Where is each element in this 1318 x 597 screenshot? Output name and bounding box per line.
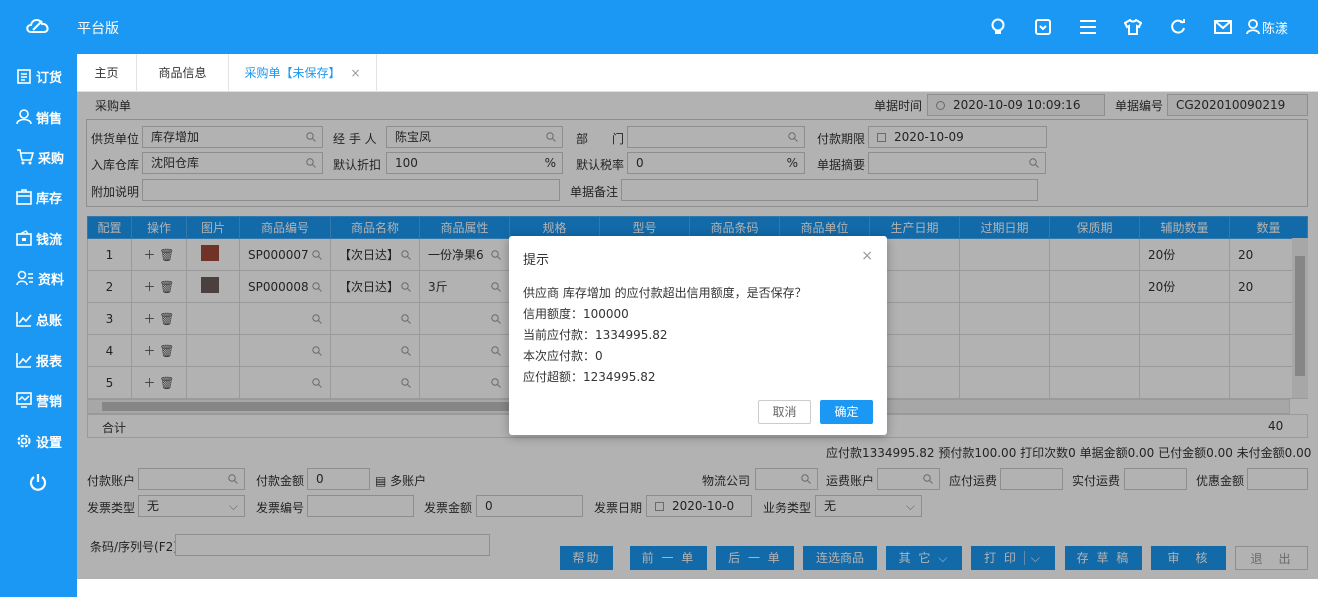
sidebar-item-label: 钱流 (36, 232, 63, 248)
cancel-button[interactable]: 取消 (758, 400, 811, 424)
cart-icon (17, 149, 34, 165)
sidebar-item-label: 报表 (36, 354, 63, 370)
sidebar-item-marketing[interactable]: 营销 (16, 388, 76, 412)
sidebar-item-label: 设置 (36, 435, 63, 451)
dialog-message: 供应商 库存增加 的应付款超出信用额度，是否保存？ (523, 286, 807, 300)
user-icon (16, 109, 32, 125)
tab-purchase-order[interactable]: 采购单【未保存】 × (229, 54, 377, 92)
box-icon (16, 189, 32, 205)
this-payable-text: 本次应付款：0 (523, 349, 603, 363)
sidebar-item-purchase[interactable]: 采购 (16, 145, 76, 169)
sidebar-item-label: 营销 (36, 394, 63, 410)
power-icon (29, 474, 47, 491)
user-name: 陈漾 (1261, 21, 1288, 37)
sidebar-item-ledger[interactable]: 总账 (16, 307, 76, 331)
chart-icon (16, 312, 32, 327)
sidebar-item-sales[interactable]: 销售 (16, 105, 76, 129)
shirt-icon[interactable] (1122, 16, 1144, 38)
tab-label: 采购单【未保存】 (244, 66, 341, 80)
ok-button[interactable]: 确定 (820, 400, 873, 424)
tab-label: 主页 (94, 66, 119, 80)
dialog-title: 提示 (523, 253, 550, 268)
sidebar-item-report[interactable]: 报表 (16, 348, 76, 372)
clipboard-icon (17, 69, 31, 84)
sidebar: 订货 销售 采购 库存 钱流 资料 总账 报表 营销 设置 (0, 54, 77, 597)
confirm-dialog: 提示 × 供应商 库存增加 的应付款超出信用额度，是否保存？ 信用额度：1000… (509, 236, 887, 435)
user-icon (1246, 19, 1260, 35)
tab-goods-info[interactable]: 商品信息 (137, 54, 229, 92)
sidebar-item-data[interactable]: 资料 (16, 266, 76, 290)
mail-icon[interactable] (1212, 16, 1234, 38)
tab-label: 商品信息 (158, 66, 207, 80)
sidebar-item-inventory[interactable]: 库存 (16, 185, 76, 209)
brand-title: 平台版 (77, 21, 119, 37)
menu-icon[interactable] (1077, 16, 1099, 38)
refresh-icon[interactable] (1167, 16, 1189, 38)
tab-bar: 主页 商品信息 采购单【未保存】 × (77, 54, 1318, 92)
sidebar-item-label: 资料 (38, 272, 65, 288)
lightbulb-icon[interactable] (987, 16, 1009, 38)
sidebar-item-settings[interactable]: 设置 (16, 429, 76, 453)
sidebar-item-order[interactable]: 订货 (16, 64, 76, 88)
wallet-icon (16, 230, 32, 246)
close-icon[interactable]: × (350, 66, 360, 80)
sidebar-item-label: 总账 (36, 313, 63, 329)
credit-limit-text: 信用额度：100000 (523, 307, 629, 321)
report-icon (16, 353, 32, 368)
marketing-icon (16, 392, 32, 408)
sidebar-item-label: 订货 (36, 70, 63, 86)
close-icon[interactable]: × (861, 248, 873, 264)
current-payable-text: 当前应付款：1334995.82 (523, 328, 668, 342)
tab-home[interactable]: 主页 (77, 54, 137, 92)
sidebar-item-label: 销售 (36, 111, 63, 127)
excess-payable-text: 应付超额：1234995.82 (523, 370, 656, 384)
sidebar-item-label: 库存 (36, 191, 63, 207)
sidebar-item-label: 采购 (38, 151, 65, 167)
user-menu[interactable]: 陈漾 (1246, 18, 1288, 37)
contacts-icon (16, 270, 33, 286)
download-box-icon[interactable] (1032, 16, 1054, 38)
top-bar: 平台版 陈漾 (0, 0, 1318, 54)
cloud-logo-icon (26, 19, 49, 33)
sidebar-item-cashflow[interactable]: 钱流 (16, 226, 76, 250)
gear-icon (17, 434, 31, 448)
